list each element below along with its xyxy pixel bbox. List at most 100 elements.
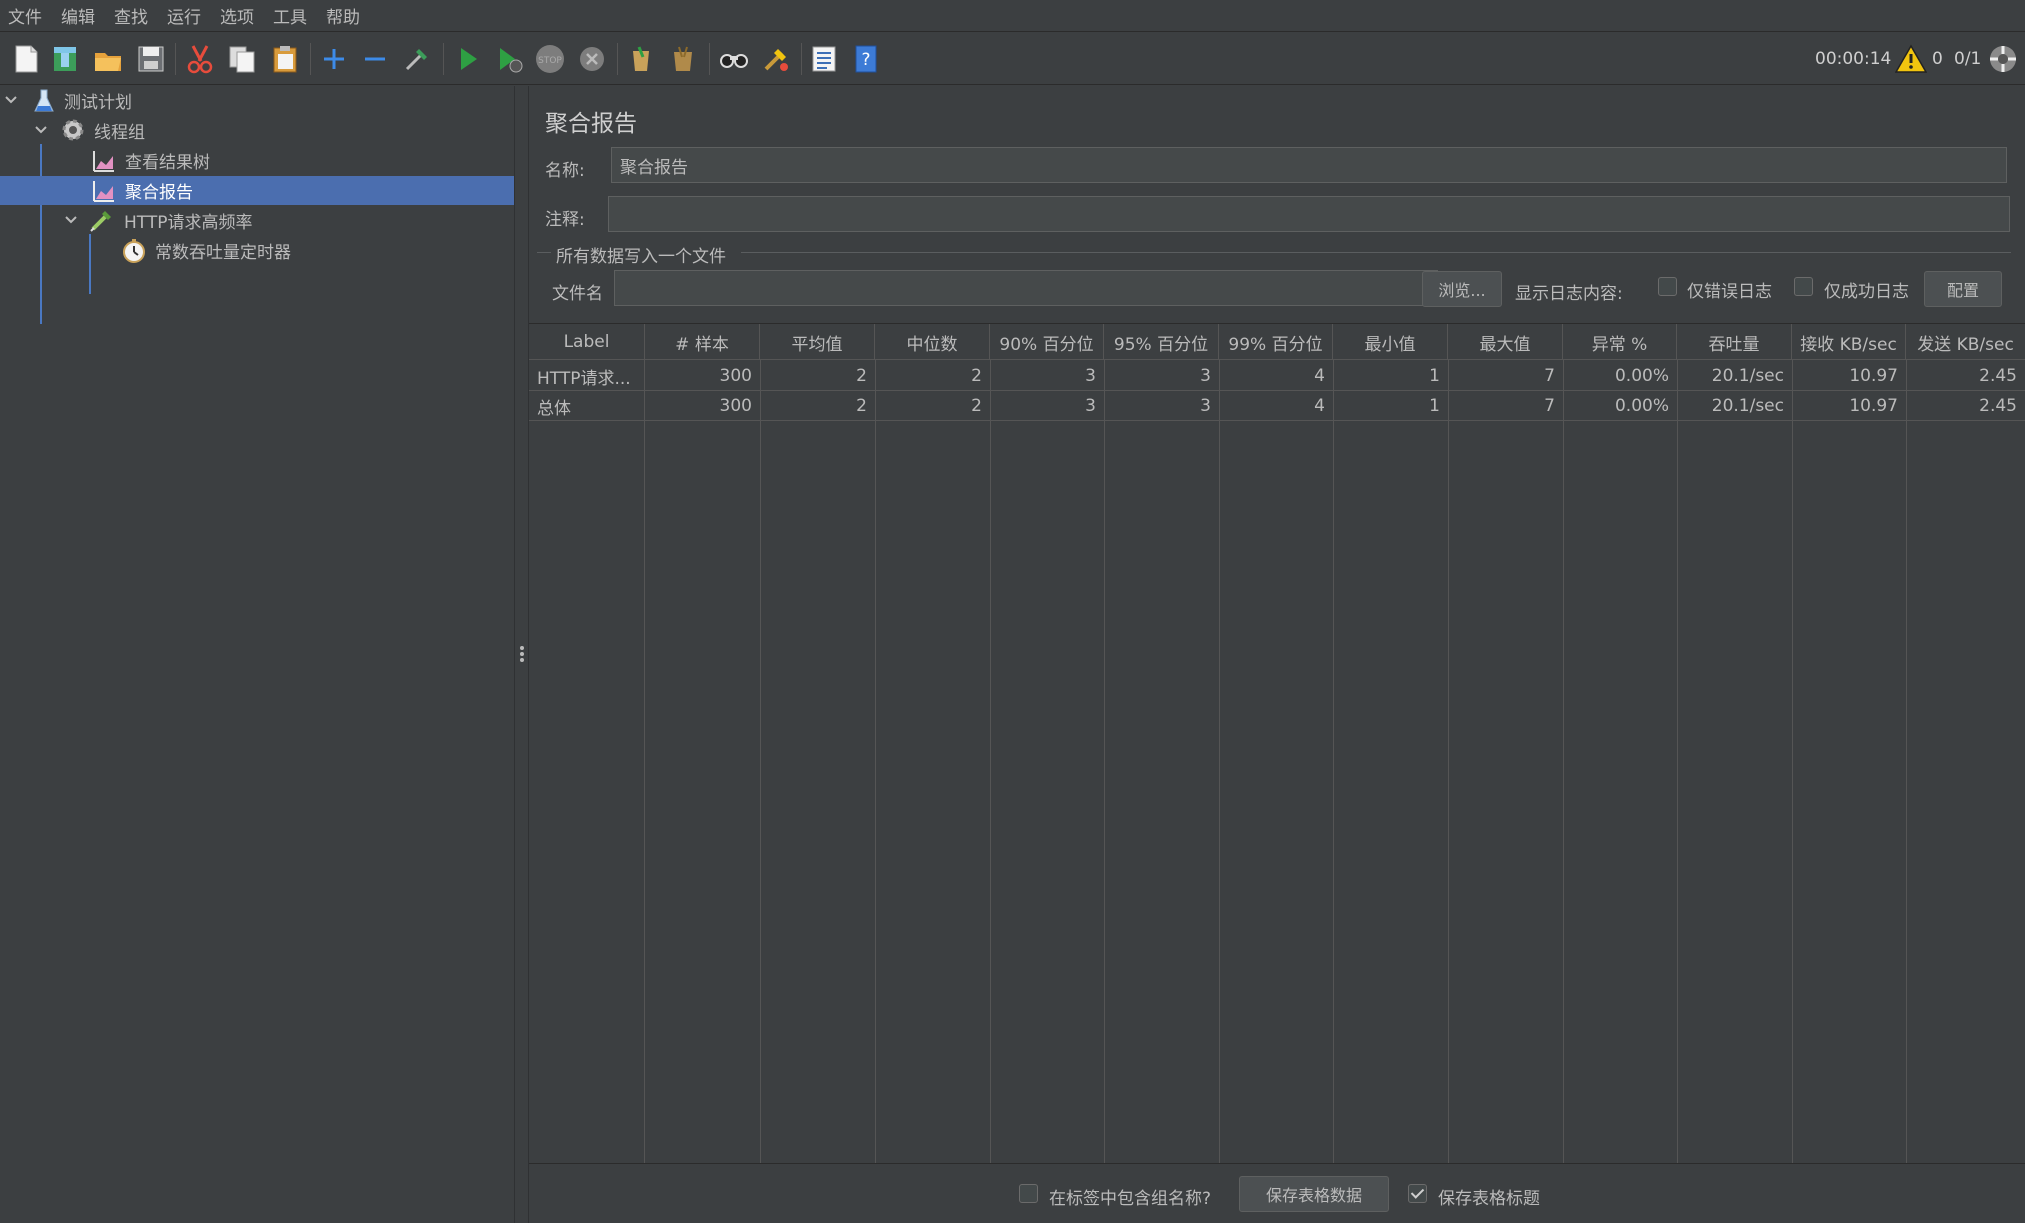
include-group-name-checkbox[interactable] [1019,1184,1038,1203]
stop-button[interactable]: STOP [533,42,567,76]
search-button[interactable] [717,42,751,76]
svg-text:?: ? [861,50,870,70]
collapse-all-button[interactable] [358,42,392,76]
menu-file[interactable]: 文件 [8,3,61,28]
chevron-down-icon[interactable] [33,122,49,138]
column-header[interactable]: 吞吐量 [1677,324,1792,360]
table-cell: 20.1/sec [1711,366,1784,386]
table-cell: 2 [856,396,867,416]
column-header[interactable]: 95% 百分位 [1104,324,1219,360]
templates-icon [54,47,76,71]
tree-item-label: HTTP请求高频率 [124,213,253,233]
column-header[interactable]: 99% 百分位 [1219,324,1333,360]
save-button[interactable] [134,42,168,76]
copy-icon [229,46,255,73]
menu-options[interactable]: 选项 [220,3,273,28]
clear-button[interactable] [624,42,658,76]
start-no-pause-icon [500,48,523,73]
table-cell: 3 [1200,396,1211,416]
function-helper-button[interactable] [807,42,841,76]
table-cell: 2 [971,396,982,416]
expand-all-button[interactable] [317,42,351,76]
menu-edit[interactable]: 编辑 [61,3,114,28]
expand-icon [324,49,344,69]
menu-tools[interactable]: 工具 [273,3,326,28]
clear-icon [633,46,649,71]
column-header[interactable]: 接收 KB/sec [1792,324,1906,360]
browse-button[interactable]: 浏览... [1422,271,1502,307]
file-group-title: 所有数据写入一个文件 [556,247,726,267]
filename-field[interactable] [614,270,1438,306]
column-header[interactable]: 最小值 [1333,324,1448,360]
errors-only-label: 仅错误日志 [1687,282,1772,302]
paste-button[interactable] [268,42,302,76]
function-helper-icon [812,46,836,72]
column-header[interactable]: 中位数 [875,324,990,360]
cut-button[interactable] [183,42,217,76]
open-button[interactable] [91,42,125,76]
comment-field[interactable] [608,196,2010,232]
configure-button[interactable]: 配置 [1924,271,2002,307]
success-only-checkbox[interactable] [1794,277,1813,296]
start-button[interactable] [451,42,485,76]
panel-title: 聚合报告 [545,111,637,137]
table-row[interactable]: 总体 300 2 2 3 3 4 1 7 0.00% 20.1/sec 10.9… [529,391,2025,421]
new-icon [15,45,38,73]
thread-status-icon [1988,33,2018,85]
tree-item-constant-throughput-timer[interactable]: 常数吞吐量定时器 [0,236,514,265]
svg-text:STOP: STOP [538,56,562,66]
table-cell: 0.00% [1614,366,1669,386]
tree-item-label: 常数吞吐量定时器 [155,243,291,263]
aggregate-table: Label # 样本 平均值 中位数 90% 百分位 95% 百分位 99% 百… [529,323,2025,1164]
gear-icon [62,119,84,141]
copy-button[interactable] [225,42,259,76]
name-field[interactable] [611,147,2007,183]
table-cell: 20.1/sec [1711,396,1784,416]
save-table-data-button[interactable]: 保存表格数据 [1239,1176,1389,1212]
column-header[interactable]: Label [529,324,645,360]
table-cell: 4 [1314,366,1325,386]
new-button[interactable] [9,42,43,76]
splitter-handle[interactable] [514,86,529,1223]
timer-icon [123,239,145,263]
errors-only-checkbox[interactable] [1658,277,1677,296]
reset-search-button[interactable] [759,42,793,76]
menu-bar: 文件 编辑 查找 运行 选项 工具 帮助 [0,0,2025,32]
chevron-down-icon[interactable] [63,212,79,228]
table-cell: 总体 [537,398,571,419]
open-icon [95,53,121,71]
log-display-label: 显示日志内容: [1515,284,1623,304]
shutdown-button[interactable] [575,42,609,76]
table-row[interactable]: HTTP请求... 300 2 2 3 3 4 1 7 0.00% 20.1/s… [529,361,2025,391]
start-no-pauses-button[interactable] [492,42,526,76]
chevron-down-icon[interactable] [3,92,19,108]
menu-search[interactable]: 查找 [114,3,167,28]
column-header[interactable]: # 样本 [645,324,760,360]
group-border [537,252,551,253]
warning-icon[interactable] [1895,33,1927,85]
tree-item-aggregate-report[interactable]: 聚合报告 [0,176,514,205]
column-header[interactable]: 平均值 [760,324,875,360]
tree-item-http-request[interactable]: HTTP请求高频率 [0,206,514,235]
toggle-button[interactable] [400,42,434,76]
menu-run[interactable]: 运行 [167,3,220,28]
include-group-name-label: 在标签中包含组名称? [1049,1189,1212,1209]
help-button[interactable]: ? [849,42,883,76]
templates-button[interactable] [48,42,82,76]
menu-help[interactable]: 帮助 [326,3,379,28]
save-icon [138,46,164,72]
toolbar: STOP ? 00:00:14 0 0/1 [0,33,2025,85]
tree-item-label: 聚合报告 [125,183,193,203]
column-header[interactable]: 发送 KB/sec [1906,324,2025,360]
tree-item-label: 测试计划 [64,93,132,113]
column-header[interactable]: 最大值 [1448,324,1563,360]
save-table-header-checkbox[interactable] [1408,1184,1427,1203]
tree-item-thread-group[interactable]: 线程组 [0,116,514,145]
clear-all-button[interactable] [666,42,700,76]
column-header[interactable]: 90% 百分位 [990,324,1104,360]
table-cell: 1 [1429,396,1440,416]
tree-item-view-results-tree[interactable]: 查看结果树 [0,146,514,175]
column-header[interactable]: 异常 % [1563,324,1677,360]
name-label: 名称: [545,161,585,181]
tree-item-test-plan[interactable]: 测试计划 [0,86,514,115]
